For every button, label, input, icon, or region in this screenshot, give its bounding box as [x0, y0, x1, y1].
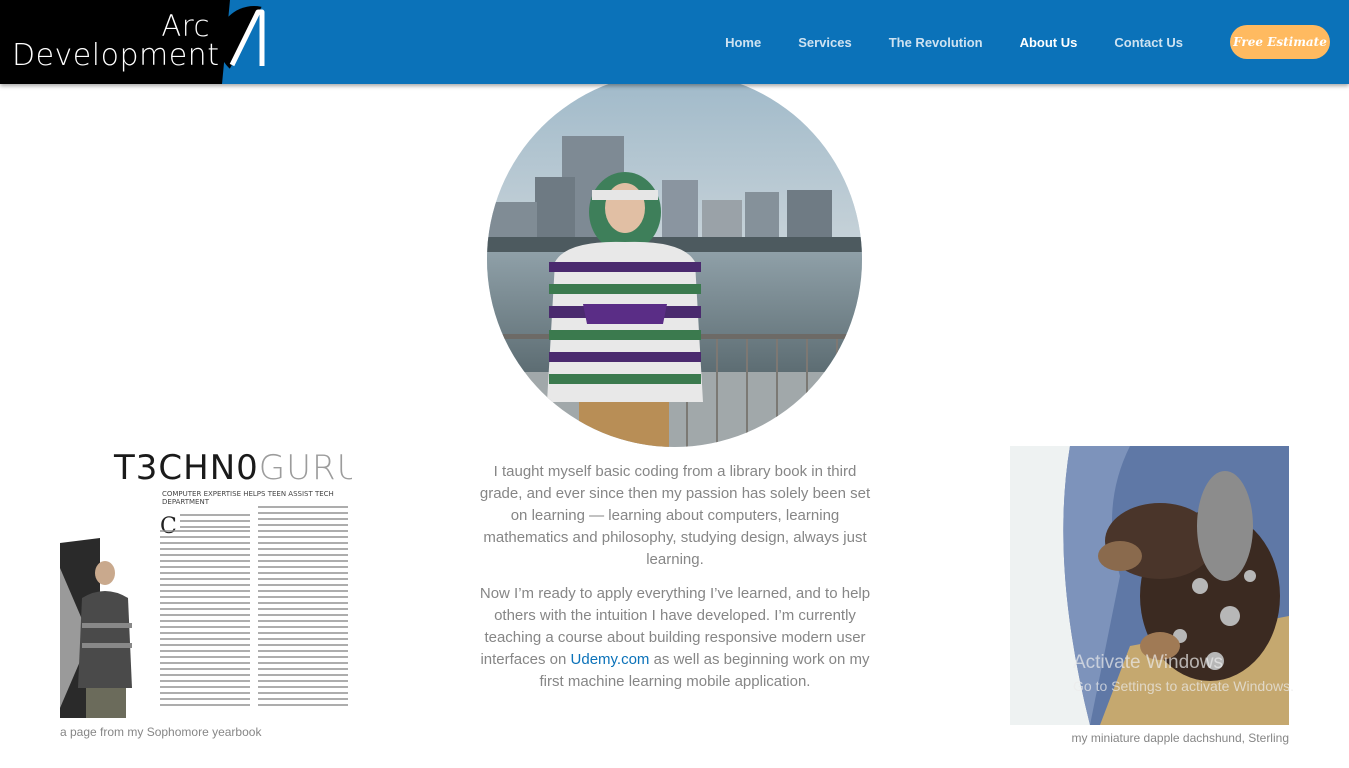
yearbook-column-2 [258, 506, 348, 710]
watermark-title: Activate Windows [1073, 652, 1223, 673]
tab-services[interactable]: Services [798, 35, 852, 50]
logo-home-link[interactable]: Arc Development [0, 0, 292, 84]
yearbook-title-dark: T3CHN0 [114, 448, 259, 488]
free-estimate-button[interactable]: Free Estimate [1230, 25, 1330, 59]
yearbook-title: T3CHN0GURU [114, 448, 352, 488]
tab-contact-us[interactable]: Contact Us [1114, 35, 1183, 50]
yearbook-column-1 [160, 530, 250, 710]
nav-tabs: Home Services The Revolution About Us Co… [688, 0, 1183, 84]
udemy-link[interactable]: Udemy.com [571, 651, 650, 668]
about-page: Arc Development Home Services The Revolu… [0, 0, 1349, 768]
app-bar: Arc Development Home Services The Revolu… [0, 0, 1349, 84]
tab-about-us[interactable]: About Us [1020, 35, 1078, 50]
tab-home[interactable]: Home [725, 35, 761, 50]
bio-paragraph-1: I taught myself basic coding from a libr… [479, 463, 871, 568]
tab-the-revolution[interactable]: The Revolution [889, 35, 983, 50]
founder-photo [487, 72, 862, 447]
windows-activation-watermark: Activate Windows Go to Settings to activ… [1073, 652, 1294, 694]
yearbook-title-light: GURU [258, 448, 352, 488]
bio-text: I taught myself basic coding from a libr… [476, 461, 874, 705]
watermark-subtitle: Go to Settings to activate Windows. [1073, 678, 1294, 694]
logo-text-development: Development [12, 38, 220, 73]
puppy-caption: my miniature dapple dachshund, Sterling [1071, 731, 1289, 745]
yearbook-image: T3CHN0GURU COMPUTER EXPERTISE HELPS TEEN… [60, 448, 352, 718]
bio-paragraph-2: Now I’m ready to apply everything I’ve l… [476, 583, 874, 693]
yearbook-article-text: C [160, 504, 350, 718]
founder-photo-illustration [487, 72, 862, 447]
yearbook-caption: a page from my Sophomore yearbook [60, 725, 262, 739]
